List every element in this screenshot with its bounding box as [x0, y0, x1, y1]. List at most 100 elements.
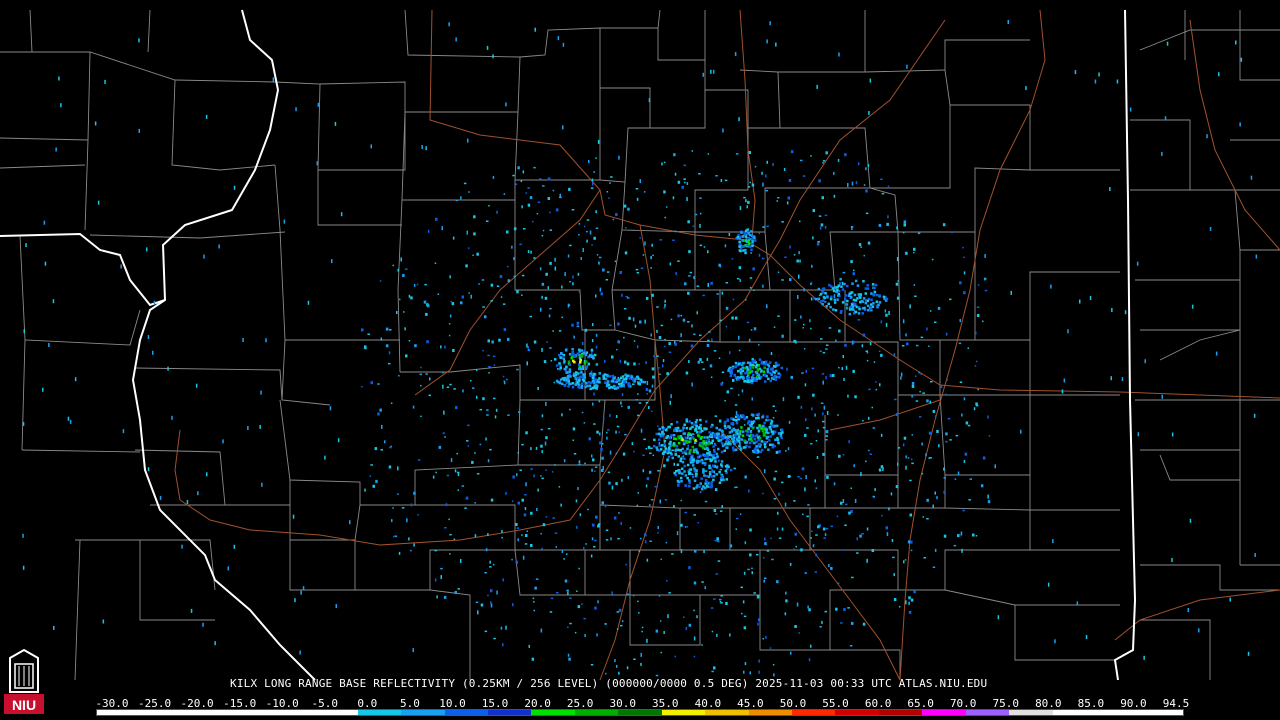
echo-pixel [982, 320, 984, 323]
echo-pixel [905, 455, 907, 459]
echo-pixel [940, 385, 943, 389]
echo-pixel [147, 467, 150, 472]
echo-pixel [670, 318, 673, 321]
echo-pixel [664, 345, 666, 348]
echo-pixel [800, 159, 803, 162]
echo-pixel [766, 304, 768, 309]
echo-pixel [577, 605, 581, 609]
echo-pixel [778, 376, 781, 379]
echo-pixel [751, 376, 754, 379]
echo-pixel [576, 525, 578, 529]
echo-pixel [417, 514, 419, 516]
echo-pixel [748, 489, 750, 493]
echo-pixel [587, 508, 589, 511]
echo-pixel [638, 402, 642, 404]
echo-pixel [436, 595, 438, 599]
echo-pixel [612, 218, 615, 221]
echo-pixel [679, 457, 683, 461]
echo-pixel [649, 504, 651, 506]
echo-pixel [765, 428, 768, 432]
echo-pixel [685, 371, 689, 375]
echo-pixel [746, 368, 749, 371]
echo-pixel [749, 429, 753, 433]
echo-pixel [749, 528, 752, 532]
echo-pixel [417, 459, 421, 461]
echo-pixel [1255, 254, 1258, 259]
echo-pixel [486, 414, 489, 416]
echo-pixel [629, 527, 632, 529]
echo-pixel [772, 664, 775, 666]
echo-pixel [869, 342, 872, 346]
echo-pixel [775, 410, 777, 412]
echo-pixel [738, 335, 740, 340]
echo-pixel [854, 310, 858, 314]
echo-pixel [664, 338, 666, 341]
echo-pixel [823, 453, 826, 456]
echo-pixel [449, 314, 452, 318]
echo-pixel [595, 227, 599, 229]
echo-pixel [715, 465, 719, 469]
echo-pixel [828, 327, 832, 329]
echo-pixel [882, 295, 886, 299]
echo-pixel [572, 282, 574, 286]
echo-pixel [609, 414, 611, 417]
echo-pixel [821, 420, 825, 423]
echo-pixel [688, 360, 690, 363]
echo-pixel [595, 210, 597, 214]
echo-pixel [432, 475, 435, 479]
echo-pixel [703, 550, 705, 554]
echo-pixel [850, 487, 852, 489]
echo-pixel [609, 324, 612, 327]
echo-pixel [719, 510, 723, 512]
echo-pixel [1094, 79, 1097, 84]
echo-pixel [925, 453, 927, 457]
echo-pixel [772, 163, 774, 167]
colorbar-segment [401, 710, 445, 715]
echo-pixel [693, 333, 696, 336]
echo-pixel [572, 439, 574, 441]
echo-pixel [660, 444, 664, 447]
echo-pixel [22, 533, 24, 538]
echo-pixel [665, 206, 668, 208]
echo-pixel [893, 353, 896, 357]
echo-pixel [507, 265, 509, 268]
echo-pixel [849, 305, 852, 309]
echo-pixel [663, 190, 666, 194]
echo-pixel [618, 155, 620, 160]
echo-pixel [595, 333, 598, 337]
echo-pixel [823, 296, 826, 300]
echo-pixel [525, 482, 527, 487]
echo-pixel [530, 250, 532, 254]
echo-pixel [714, 488, 718, 492]
echo-pixel [832, 289, 836, 293]
echo-pixel [829, 297, 833, 301]
echo-pixel [653, 438, 656, 442]
echo-pixel [448, 518, 450, 521]
echo-pixel [693, 276, 695, 280]
echo-pixel [953, 544, 957, 547]
echo-pixel [472, 387, 475, 389]
echo-pixel [608, 375, 612, 378]
echo-pixel [619, 271, 622, 274]
echo-pixel [691, 425, 694, 429]
echo-pixel [677, 455, 680, 458]
echo-pixel [104, 79, 106, 84]
echo-pixel [659, 239, 662, 241]
echo-pixel [684, 282, 687, 286]
echo-pixel [534, 27, 536, 32]
echo-pixel [581, 365, 585, 368]
echo-pixel [703, 454, 707, 457]
echo-pixel [770, 352, 773, 355]
echo-pixel [729, 374, 733, 377]
echo-pixel [390, 402, 393, 404]
echo-pixel [764, 380, 767, 383]
echo-pixel [681, 429, 685, 432]
echo-pixel [824, 225, 827, 229]
echo-pixel [913, 590, 916, 594]
echo-pixel [484, 315, 487, 319]
echo-pixel [850, 260, 853, 264]
echo-pixel [261, 482, 263, 487]
echo-pixel [823, 537, 826, 539]
echo-pixel [577, 372, 579, 376]
echo-pixel [750, 424, 753, 428]
